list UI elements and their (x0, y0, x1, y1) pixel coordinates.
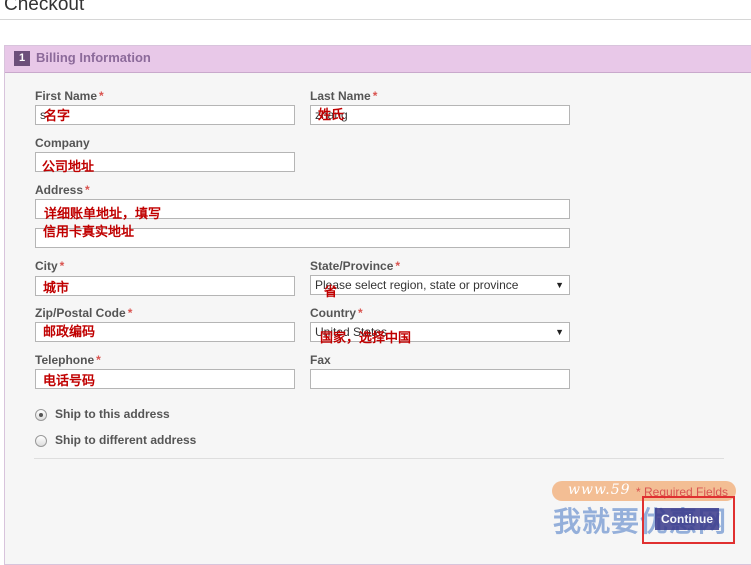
zip-annotation: 邮政编码 (43, 325, 96, 340)
last-name-label: Last Name * (310, 89, 378, 103)
city-input[interactable] (35, 276, 295, 296)
ship-to-different-address-label[interactable]: Ship to different address (55, 433, 196, 447)
first-name-annotation: 名字 (44, 109, 71, 124)
telephone-annotation: 电话号码 (43, 374, 96, 389)
chevron-down-icon: ▼ (555, 327, 564, 337)
chevron-down-icon: ▼ (555, 280, 564, 290)
state-annotation: 省 (324, 285, 338, 300)
title-divider (0, 19, 751, 20)
first-name-label: First Name * (35, 89, 104, 103)
last-name-input[interactable]: zhang (310, 105, 570, 125)
ship-to-this-address-radio[interactable] (35, 409, 47, 421)
ship-to-different-address-radio[interactable] (35, 435, 47, 447)
state-label: State/Province * (310, 259, 401, 273)
city-annotation: 城市 (43, 281, 70, 296)
state-select[interactable]: Please select region, state or province … (310, 275, 570, 295)
fax-label: Fax (310, 353, 331, 367)
first-name-input[interactable]: s (35, 105, 295, 125)
ship-to-this-address-label[interactable]: Ship to this address (55, 407, 170, 421)
company-label: Company (35, 136, 90, 150)
country-annotation: 国家，选择中国 (320, 331, 412, 346)
step-number: 1 (14, 51, 30, 66)
zip-label: Zip/Postal Code * (35, 306, 133, 320)
section-title: Billing Information (36, 50, 151, 65)
state-selected-value: Please select region, state or province (315, 278, 519, 292)
highlight-box (642, 496, 735, 544)
section-header[interactable]: 1 Billing Information (5, 46, 751, 73)
telephone-label: Telephone * (35, 353, 101, 367)
address-annotation-2: 信用卡真实地址 (43, 225, 135, 240)
watermark-url: www.59 (568, 482, 631, 498)
form-divider (34, 458, 724, 459)
last-name-annotation: 姓氏 (318, 108, 345, 123)
address-annotation-1: 详细账单地址，填写 (44, 207, 162, 222)
country-label: Country * (310, 306, 363, 320)
fax-input[interactable] (310, 369, 570, 389)
page-title: Checkout (4, 0, 85, 15)
address-label: Address * (35, 183, 90, 197)
city-label: City * (35, 259, 65, 273)
company-annotation: 公司地址 (42, 160, 95, 175)
